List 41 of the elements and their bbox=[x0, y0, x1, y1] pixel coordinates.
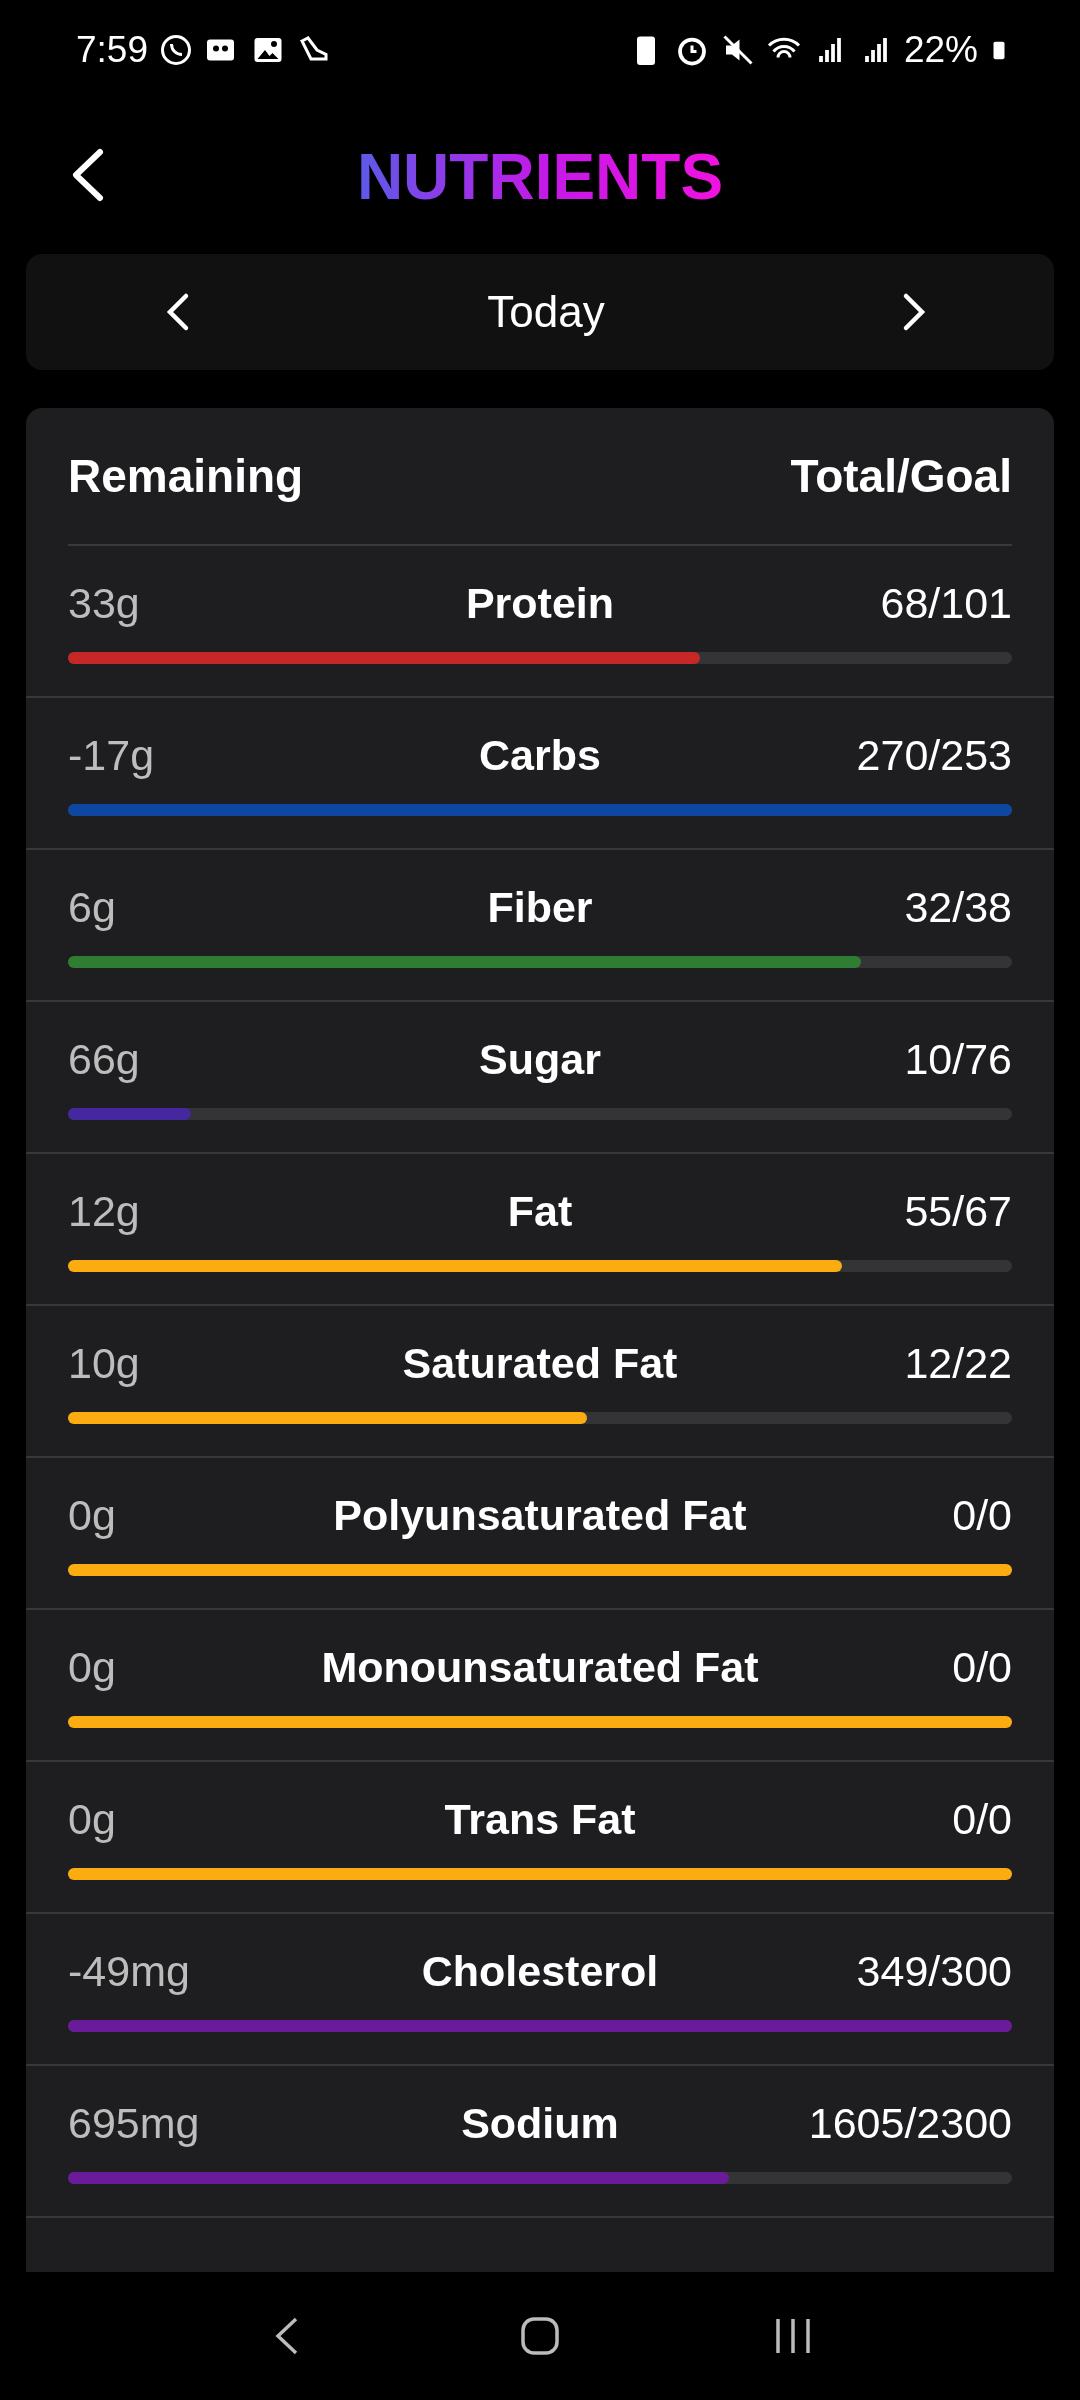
total-goal: 1605/2300 bbox=[807, 2098, 1012, 2148]
remaining-amount: -49mg bbox=[68, 1946, 191, 1996]
total-goal: 55/67 bbox=[903, 1186, 1012, 1236]
date-label: Today bbox=[487, 287, 605, 337]
nutrient-name: Cholesterol bbox=[421, 1946, 659, 1996]
next-day-icon[interactable] bbox=[902, 292, 926, 332]
total-goal: 0/0 bbox=[951, 1490, 1012, 1540]
remaining-amount: 12g bbox=[68, 1186, 141, 1236]
remaining-amount: 6g bbox=[68, 882, 117, 932]
remaining-amount: 66g bbox=[68, 1034, 141, 1084]
remaining-amount: 0g bbox=[68, 1490, 117, 1540]
total-goal: 12/22 bbox=[903, 1338, 1012, 1388]
remaining-amount: 10g bbox=[68, 1338, 141, 1388]
remaining-amount: 0g bbox=[68, 1794, 117, 1844]
remaining-amount: 33g bbox=[68, 578, 141, 628]
total-goal: 10/76 bbox=[903, 1034, 1012, 1084]
total-goal: 349/300 bbox=[855, 1946, 1012, 1996]
nutrient-name: Fat bbox=[507, 1186, 573, 1236]
status-time: 7:59 bbox=[76, 29, 148, 71]
nutrient-name: Trans Fat bbox=[444, 1794, 636, 1844]
total-goal: 32/38 bbox=[903, 882, 1012, 932]
chat-icon bbox=[158, 32, 194, 68]
total-goal: 0/0 bbox=[951, 1794, 1012, 1844]
column-header: Remaining bbox=[68, 449, 304, 503]
nutrient-name: Carbs bbox=[479, 730, 601, 780]
total-goal: 270/253 bbox=[855, 730, 1012, 780]
nutrient-name: Sodium bbox=[461, 2098, 619, 2148]
nutrient-name: Polyunsaturated Fat bbox=[333, 1490, 747, 1540]
battery-percent: 22% bbox=[903, 29, 978, 71]
previous-day-icon[interactable] bbox=[166, 292, 190, 332]
remaining-amount: 695mg bbox=[68, 2098, 201, 2148]
total-goal: 0/0 bbox=[951, 1642, 1012, 1692]
remaining-amount: 0g bbox=[68, 1642, 117, 1692]
nutrient-name: Protein bbox=[465, 578, 615, 628]
nutrient-name: Monounsaturated Fat bbox=[321, 1642, 759, 1692]
column-header: Total/Goal bbox=[790, 449, 1012, 503]
nutrient-name: Fiber bbox=[487, 882, 593, 932]
nutrient-name: Saturated Fat bbox=[402, 1338, 678, 1388]
total-goal: 68/101 bbox=[879, 578, 1012, 628]
remaining-amount: -17g bbox=[68, 730, 156, 780]
nutrient-name: Sugar bbox=[479, 1034, 601, 1084]
